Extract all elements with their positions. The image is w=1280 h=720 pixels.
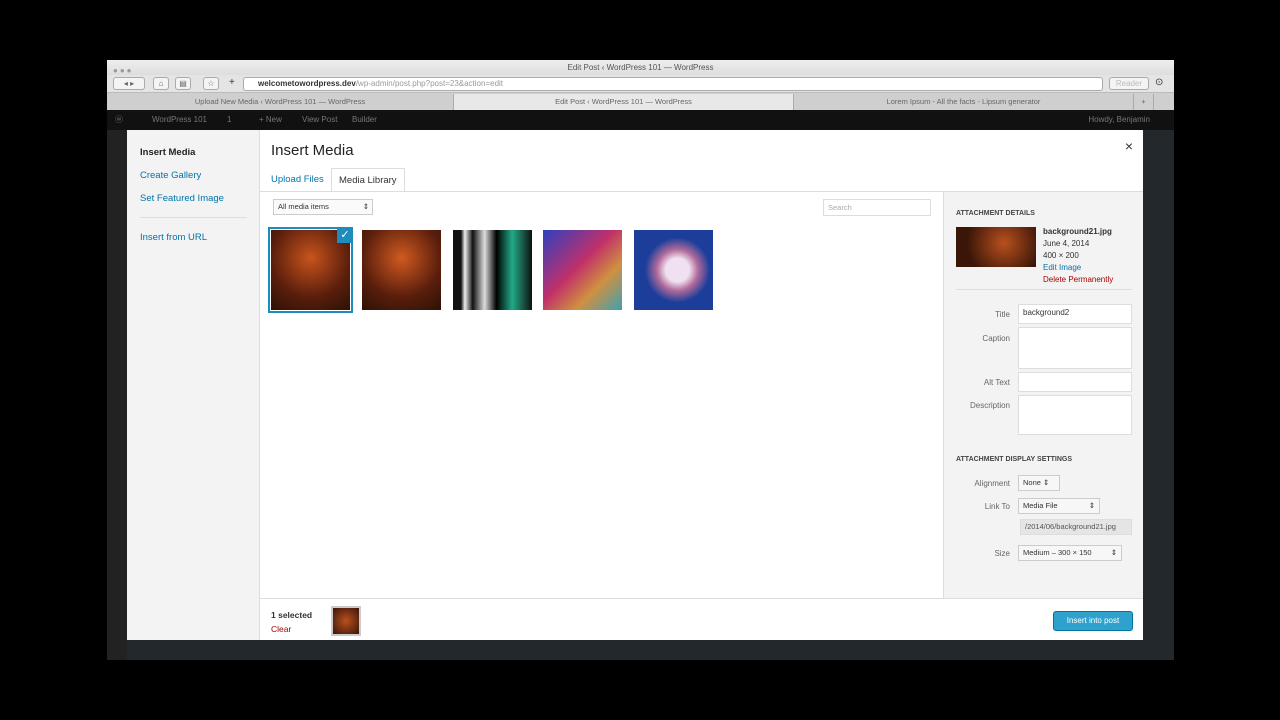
alignment-select[interactable]: None ⇕ — [1018, 475, 1060, 491]
attachment-date: June 4, 2014 — [1043, 239, 1090, 248]
title-bar: ●●● Edit Post ‹ WordPress 101 — WordPress — [107, 60, 1174, 75]
share-icon[interactable]: ▤ — [175, 77, 191, 90]
menu-create-gallery[interactable]: Create Gallery — [140, 170, 201, 181]
new-tab-button[interactable]: + — [1134, 94, 1154, 110]
size-label: Size — [994, 549, 1010, 558]
link-url-field[interactable]: /2014/06/background21.jpg — [1020, 519, 1132, 535]
modal-title: Insert Media — [271, 142, 354, 159]
link-to-label: Link To — [984, 502, 1010, 511]
delete-permanently-link[interactable]: Delete Permanently — [1043, 274, 1113, 286]
selected-thumb[interactable] — [331, 606, 361, 636]
media-thumb-bottles[interactable] — [453, 230, 532, 310]
link-to-select[interactable]: Media File ⇕ — [1018, 498, 1100, 514]
menu-divider — [140, 217, 247, 218]
wp-admin-bar: ⓦ WordPress 101 1 + New View Post Builde… — [107, 110, 1174, 130]
url-domain: welcometowordpress.dev — [258, 79, 356, 88]
filter-value: All media items — [278, 202, 329, 211]
tab-lorem-ipsum[interactable]: Lorem Ipsum - All the facts - Lipsum gen… — [794, 94, 1134, 110]
alt-text-label: Alt Text — [983, 378, 1010, 387]
url-path: /wp-admin/post.php?post=23&action=edit — [355, 79, 504, 88]
size-select[interactable]: Medium – 300 × 150 ⇕ — [1018, 545, 1122, 561]
attachment-details-heading: Attachment Details — [956, 210, 1035, 217]
description-label: Description — [969, 401, 1010, 410]
browser-toolbar: ◂ ▸ ⌂ ▤ ☆ + welcometowordpress.dev/wp-ad… — [107, 75, 1174, 93]
close-icon[interactable]: × — [1125, 138, 1133, 154]
howdy-user[interactable]: Howdy, Benjamin — [1088, 110, 1150, 130]
media-thumb-orchid[interactable] — [634, 230, 713, 310]
caption-textarea[interactable] — [1018, 327, 1132, 369]
size-value: Medium – 300 × 150 — [1023, 548, 1092, 557]
menu-set-featured-image[interactable]: Set Featured Image — [140, 193, 224, 204]
back-forward-button[interactable]: ◂ ▸ — [113, 77, 145, 90]
media-toolbar: 1 selected Clear Insert into post — [260, 598, 1143, 640]
media-menu: Insert Media Create Gallery Set Featured… — [127, 130, 260, 640]
display-settings-heading: Attachment Display Settings — [956, 456, 1073, 463]
media-filter-select[interactable]: All media items ⇕ — [273, 199, 373, 215]
menu-insert-media[interactable]: Insert Media — [140, 147, 195, 158]
alt-text-input[interactable] — [1018, 372, 1132, 392]
bookmark-icon[interactable]: ☆ — [203, 77, 219, 90]
site-name[interactable]: WordPress 101 — [152, 110, 207, 130]
view-post-link[interactable]: View Post — [302, 110, 337, 130]
media-thumb-trees[interactable] — [362, 230, 441, 310]
home-icon[interactable]: ⌂ — [153, 77, 169, 90]
wp-logo-icon[interactable]: ⓦ — [115, 110, 123, 130]
tab-upload-media[interactable]: Upload New Media ‹ WordPress 101 — WordP… — [107, 94, 454, 110]
add-icon[interactable]: + — [229, 77, 235, 88]
alignment-value: None — [1023, 478, 1041, 487]
media-thumb-background21[interactable]: ✓ — [268, 227, 353, 313]
tab-edit-post[interactable]: Edit Post ‹ WordPress 101 — WordPress — [454, 94, 794, 110]
caption-label: Caption — [982, 334, 1010, 343]
insert-into-post-button[interactable]: Insert into post — [1053, 611, 1133, 631]
tab-media-library[interactable]: Media Library — [331, 168, 405, 192]
downloads-icon[interactable]: ⊙ — [1155, 77, 1163, 88]
link-to-value: Media File — [1023, 501, 1058, 510]
search-input[interactable]: Search — [823, 199, 931, 216]
wp-admin-sidebar — [107, 130, 127, 660]
reader-button[interactable]: Reader — [1109, 77, 1149, 90]
insert-media-modal: Insert Media Create Gallery Set Featured… — [127, 130, 1143, 640]
description-textarea[interactable] — [1018, 395, 1132, 435]
clear-selection-link[interactable]: Clear — [271, 624, 291, 634]
selection-count: 1 selected — [271, 610, 313, 620]
comments-count[interactable]: 1 — [227, 110, 231, 130]
title-label: Title — [995, 310, 1010, 319]
tab-bar: Upload New Media ‹ WordPress 101 — WordP… — [107, 93, 1174, 110]
attachment-dimensions: 400 × 200 — [1043, 251, 1079, 260]
address-bar[interactable]: welcometowordpress.dev/wp-admin/post.php… — [243, 77, 1103, 91]
check-icon[interactable]: ✓ — [337, 227, 353, 243]
builder-link[interactable]: Builder — [352, 110, 377, 130]
menu-insert-from-url[interactable]: Insert from URL — [140, 232, 207, 243]
media-thumb-gradient[interactable] — [543, 230, 622, 310]
attachment-filename: background21.jpg — [1043, 227, 1112, 236]
attachment-sidebar: Attachment Details background21.jpg June… — [943, 192, 1143, 598]
edit-image-link[interactable]: Edit Image — [1043, 262, 1113, 274]
title-input[interactable]: background2 — [1018, 304, 1132, 324]
divider — [956, 289, 1132, 290]
tab-upload-files[interactable]: Upload Files — [264, 168, 331, 192]
alignment-label: Alignment — [974, 479, 1010, 488]
select-arrows-icon: ⇕ — [362, 202, 369, 211]
new-link[interactable]: + New — [259, 110, 282, 130]
attachment-preview — [956, 227, 1036, 267]
window-title: Edit Post ‹ WordPress 101 — WordPress — [567, 63, 714, 72]
attachment-info: background21.jpg June 4, 2014 400 × 200 … — [1043, 226, 1113, 286]
